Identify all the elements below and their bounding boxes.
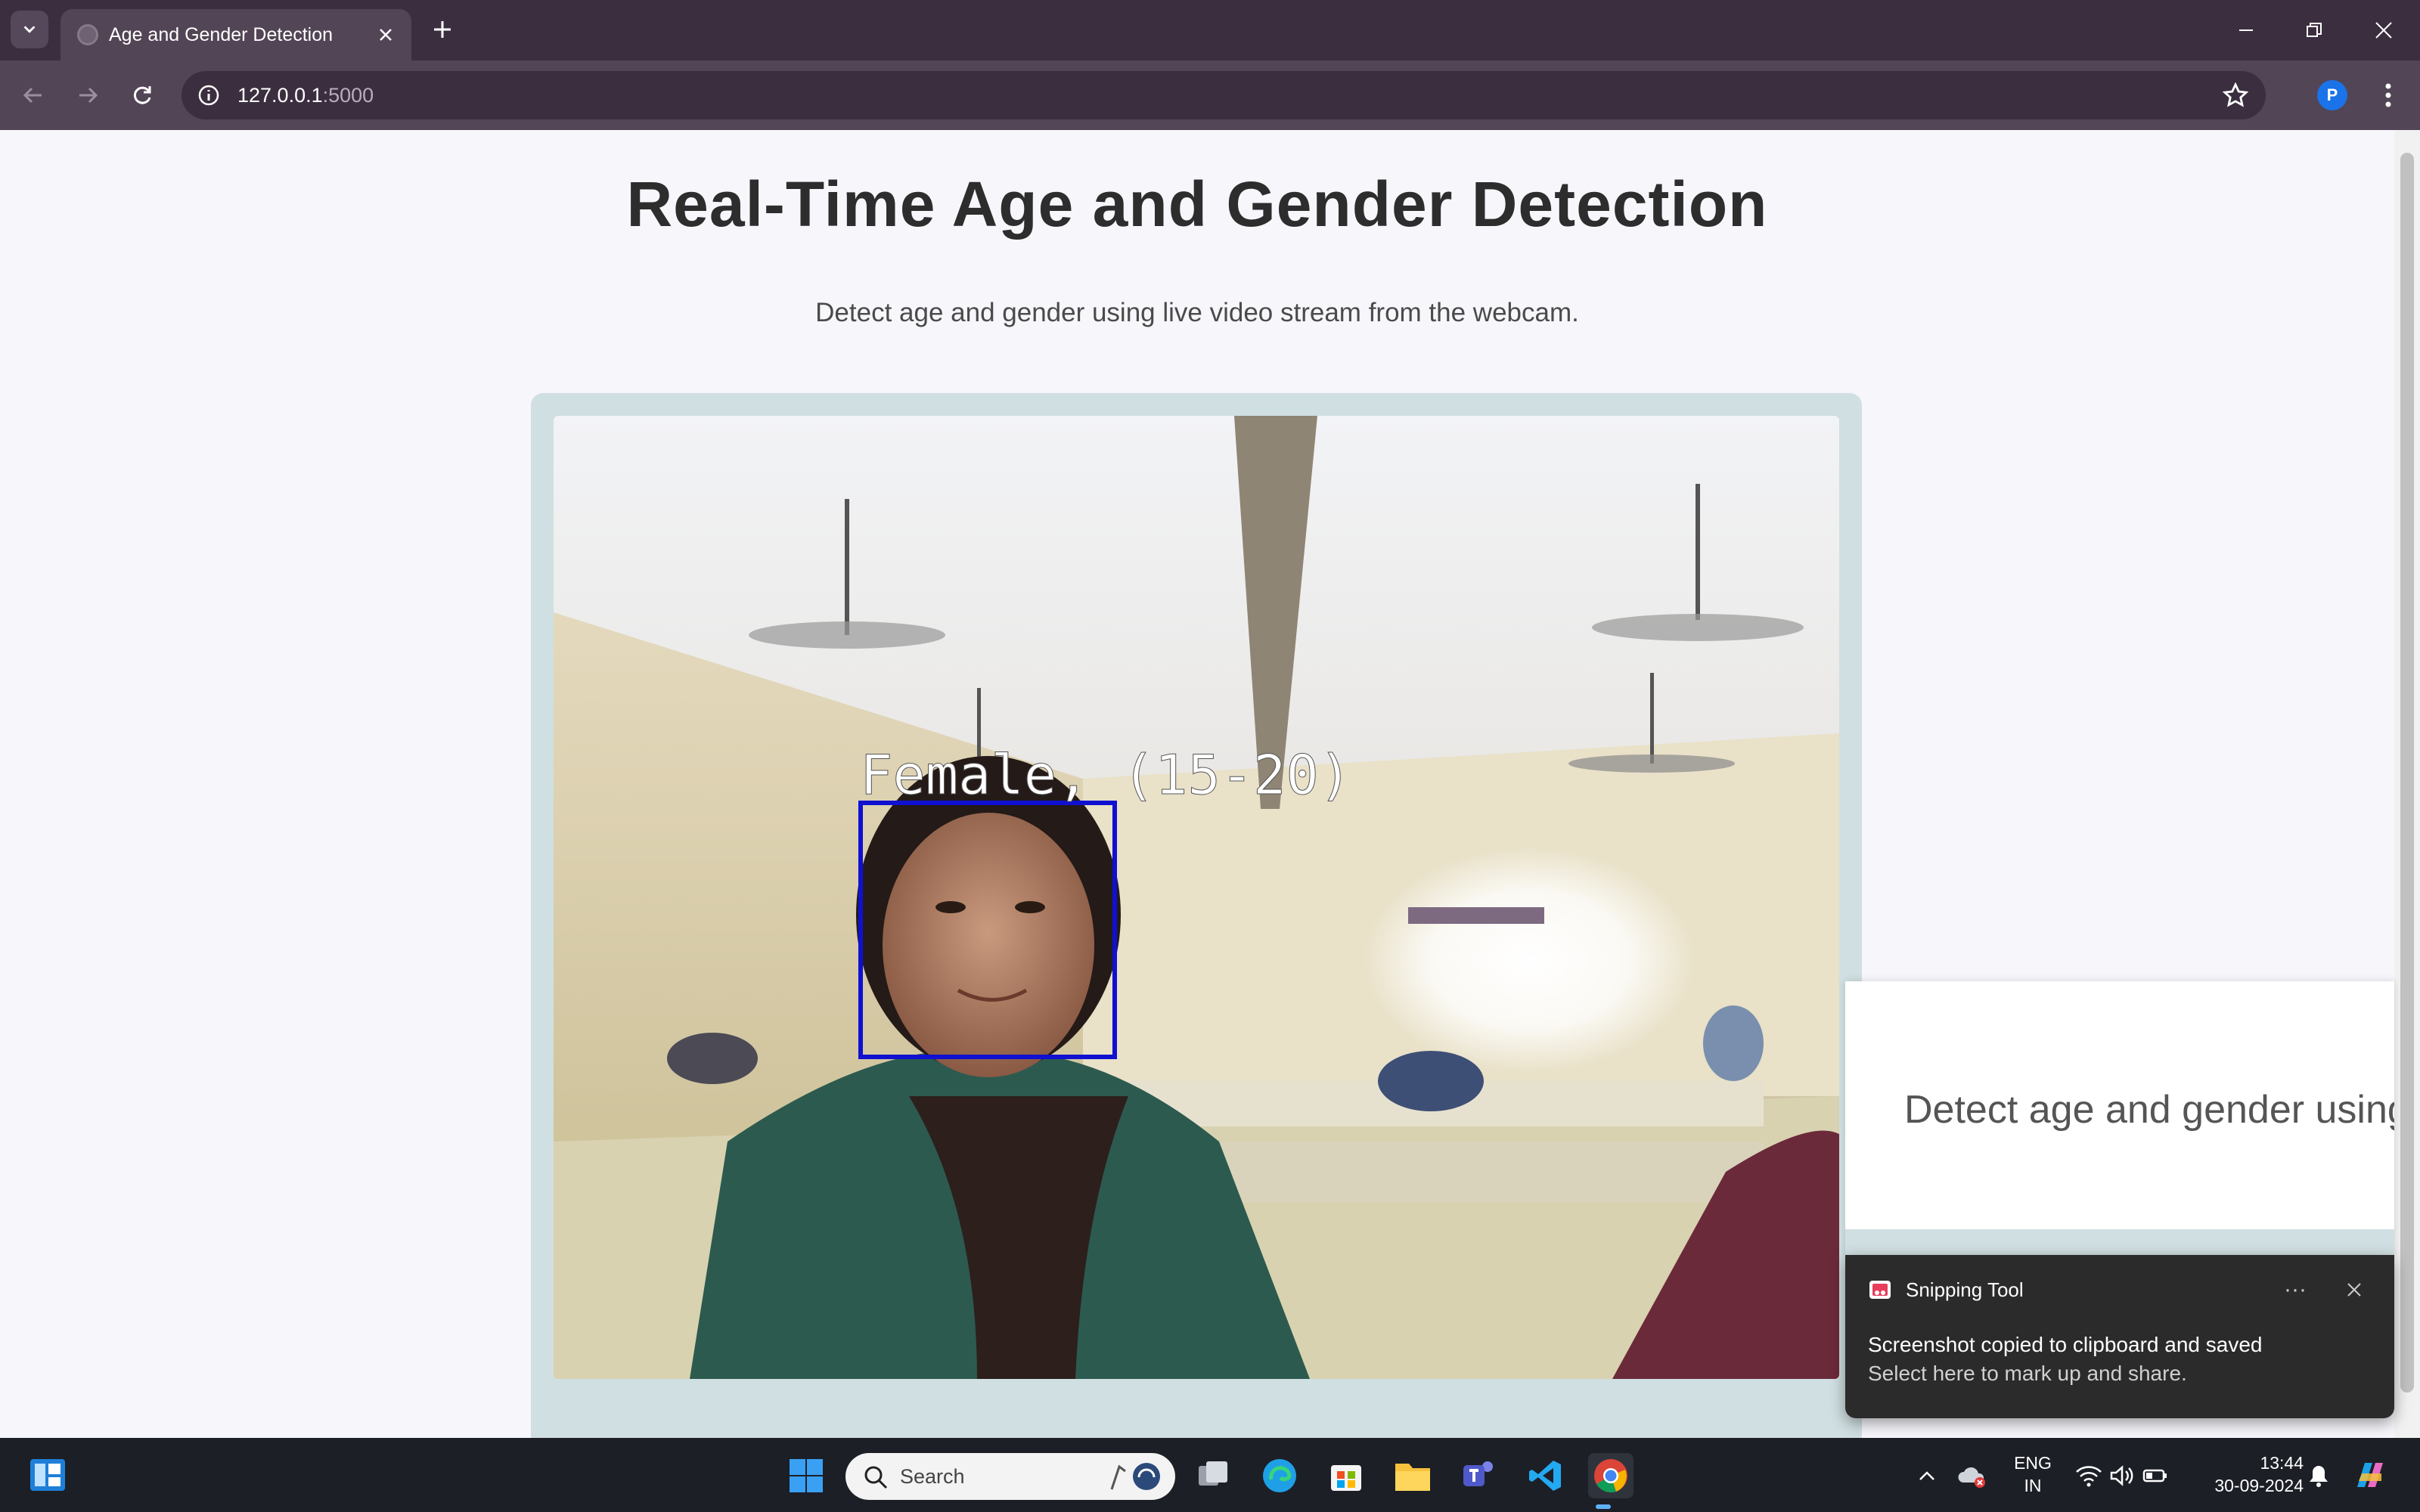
folder-icon — [1395, 1464, 1430, 1491]
toast-message: Screenshot copied to clipboard and saved — [1868, 1333, 2263, 1356]
language-code: ENG — [2014, 1453, 2052, 1473]
notification-center-button[interactable] — [2296, 1453, 2341, 1498]
volume-icon — [2110, 1465, 2133, 1486]
plus-icon — [434, 21, 451, 38]
info-icon — [198, 85, 219, 106]
language-indicator[interactable]: ENG IN — [2004, 1452, 2062, 1497]
browser-toolbar: 127.0.0.1:5000 P — [0, 60, 2420, 130]
snip-preview-image[interactable]: Detect age and gender using — [1845, 981, 2394, 1256]
snipping-tool-notification[interactable]: Snipping Tool ··· Screenshot copied to c… — [1845, 1255, 2394, 1418]
tab-close-button[interactable] — [371, 20, 401, 50]
close-icon — [380, 29, 392, 41]
widgets-icon[interactable] — [29, 1456, 67, 1494]
minimize-icon — [2239, 29, 2253, 31]
taskbar-search-placeholder: Search — [900, 1465, 965, 1488]
windows-taskbar: Search ENG IN 13:44 30-09-2024 — [0, 1438, 2420, 1512]
scrollbar-thumb[interactable] — [2400, 153, 2414, 1393]
page-scrollbar[interactable] — [2394, 130, 2420, 1438]
show-hidden-icons-button[interactable] — [1904, 1453, 1950, 1498]
page-title: Real-Time Age and Gender Detection — [626, 169, 1768, 240]
address-bar[interactable]: 127.0.0.1:5000 — [182, 71, 2266, 119]
store-icon — [1331, 1465, 1361, 1491]
toast-close-button[interactable] — [2335, 1273, 2373, 1306]
restore-icon — [2307, 23, 2322, 37]
browser-menu-button[interactable] — [2370, 77, 2406, 113]
url-host: 127.0.0.1 — [237, 84, 323, 107]
taskbar-store[interactable] — [1323, 1453, 1369, 1498]
minimize-button[interactable] — [2223, 11, 2269, 50]
site-info-button[interactable] — [192, 79, 225, 112]
close-icon — [2375, 22, 2392, 39]
more-vertical-icon — [2385, 83, 2391, 107]
task-view-button[interactable] — [1190, 1453, 1236, 1498]
profile-avatar[interactable]: P — [2317, 80, 2347, 110]
close-icon — [2347, 1283, 2361, 1297]
snip-preview-text: Detect age and gender using — [1904, 1088, 2394, 1132]
search-highlight-icon — [1110, 1463, 1160, 1490]
tab-search-button[interactable] — [11, 11, 48, 48]
tab-title: Age and Gender Detection — [109, 24, 334, 45]
clock-time: 13:44 — [2260, 1453, 2304, 1473]
restore-button[interactable] — [2291, 11, 2337, 50]
onedrive-status[interactable] — [1950, 1453, 1995, 1498]
wifi-icon — [2076, 1466, 2102, 1487]
url-text: 127.0.0.1:5000 — [237, 71, 374, 119]
chrome-active-indicator — [1596, 1504, 1611, 1509]
toast-sub-message: Select here to mark up and share. — [1868, 1362, 2187, 1385]
search-icon — [864, 1466, 888, 1489]
page-subtitle: Detect age and gender using live video s… — [815, 298, 1579, 327]
battery-icon — [2142, 1469, 2167, 1483]
teams-icon — [1463, 1461, 1493, 1486]
chrome-icon — [1594, 1459, 1627, 1493]
new-tab-button[interactable] — [425, 12, 460, 47]
url-port: :5000 — [322, 84, 374, 107]
snipping-tool-icon — [1869, 1281, 1891, 1299]
toast-more-button[interactable]: ··· — [2276, 1273, 2314, 1306]
copilot-icon — [2357, 1463, 2383, 1487]
star-icon — [2223, 82, 2248, 107]
windows-icon — [790, 1459, 823, 1492]
taskbar-vscode[interactable] — [1523, 1453, 1568, 1498]
webcam-frame-image: Female, (15-20) — [554, 416, 1839, 1379]
snip-preview-band — [1845, 1229, 2394, 1256]
taskbar-chrome[interactable] — [1588, 1453, 1634, 1498]
clock[interactable]: 13:44 30-09-2024 — [2190, 1452, 2304, 1497]
clock-date: 30-09-2024 — [2214, 1476, 2304, 1495]
close-window-button[interactable] — [2361, 11, 2406, 50]
bookmark-button[interactable] — [2219, 79, 2252, 112]
back-button[interactable] — [14, 76, 53, 115]
cloud-error-icon — [1958, 1467, 1985, 1488]
edge-icon — [1263, 1459, 1296, 1492]
copilot-button[interactable] — [2347, 1453, 2393, 1498]
forward-button[interactable] — [68, 76, 107, 115]
reload-button[interactable] — [123, 76, 162, 115]
taskbar-edge[interactable] — [1257, 1453, 1302, 1498]
video-container: Female, (15-20) — [531, 393, 1862, 1512]
webcam-video-stream: Female, (15-20) — [554, 416, 1839, 1379]
arrow-right-icon — [79, 87, 98, 104]
chevron-up-icon — [1919, 1471, 1934, 1480]
chevron-down-icon — [23, 26, 36, 33]
globe-icon — [77, 24, 98, 45]
task-view-icon — [1199, 1461, 1227, 1486]
arrow-left-icon — [23, 87, 42, 104]
browser-title-bar: Age and Gender Detection — [0, 0, 2420, 60]
taskbar-search-box[interactable]: Search — [845, 1453, 1175, 1500]
start-button[interactable] — [783, 1453, 829, 1498]
bell-icon — [2310, 1466, 2328, 1487]
active-tab[interactable]: Age and Gender Detection — [60, 9, 411, 60]
quick-settings-button[interactable] — [2069, 1453, 2175, 1498]
region-code: IN — [2024, 1476, 2042, 1495]
taskbar-file-explorer[interactable] — [1390, 1453, 1435, 1498]
taskbar-teams[interactable] — [1457, 1453, 1502, 1498]
toast-app-name: Snipping Tool — [1906, 1278, 2024, 1301]
detection-label: Female, (15-20) — [860, 743, 1351, 807]
vscode-icon — [1529, 1461, 1561, 1491]
reload-icon — [133, 86, 151, 104]
